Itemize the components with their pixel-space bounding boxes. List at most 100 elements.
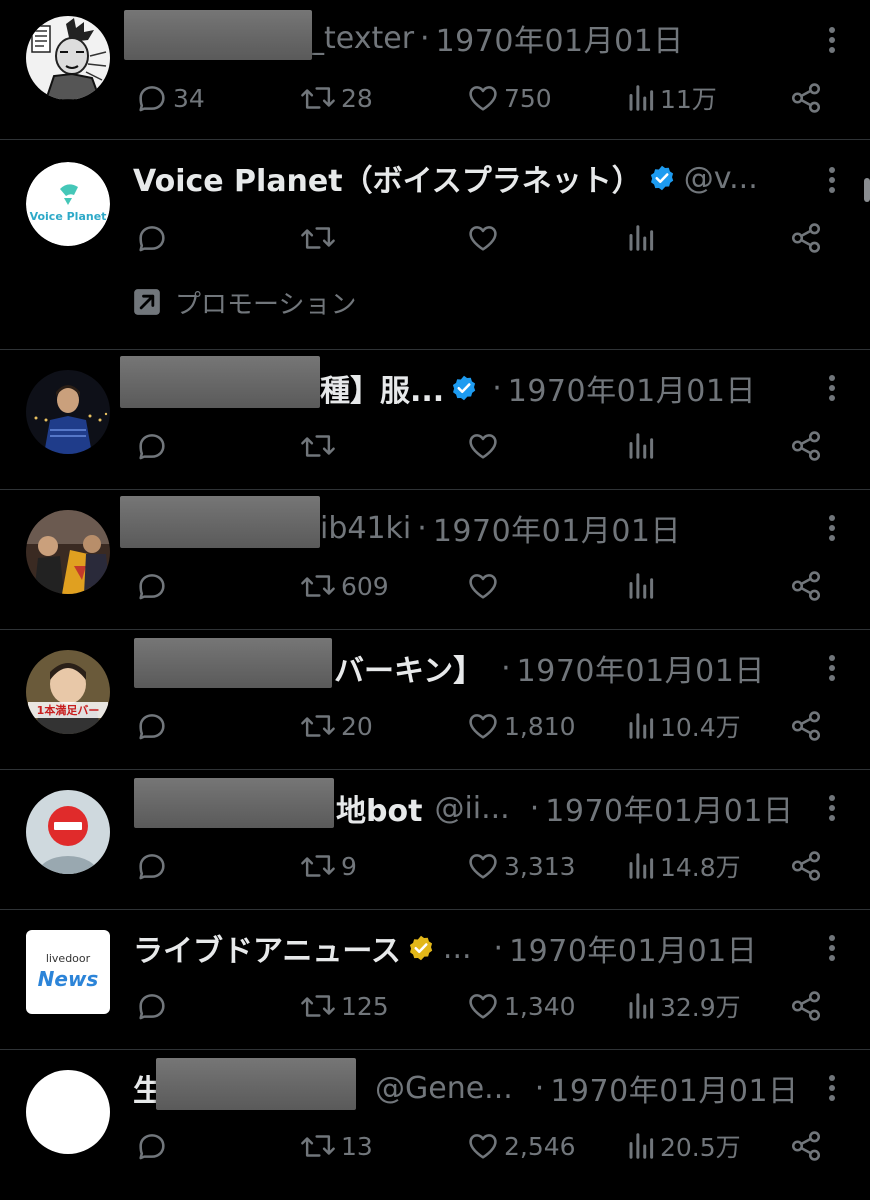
heart-icon (469, 714, 497, 739)
livedoor-news-logo: livedoor News (26, 930, 110, 1014)
redaction-box (134, 778, 334, 828)
reply-button[interactable] (135, 1126, 173, 1166)
more-dots-icon[interactable] (828, 374, 836, 402)
reply-button[interactable] (135, 846, 173, 886)
reply-icon (139, 714, 165, 740)
tweet-date[interactable]: 1970年01月01日 (436, 16, 684, 60)
share-button[interactable] (789, 426, 823, 466)
tweet-date[interactable]: 1970年01月01日 (433, 506, 681, 550)
retweet-button[interactable] (299, 426, 341, 466)
like-button[interactable]: 2,546 (466, 1126, 576, 1166)
like-button[interactable] (466, 426, 504, 466)
retweet-button[interactable]: 125 (299, 986, 389, 1026)
share-button[interactable] (789, 218, 823, 258)
avatar[interactable] (26, 510, 110, 594)
reply-button[interactable] (135, 706, 173, 746)
avatar[interactable]: 1本満足バー (26, 650, 110, 734)
like-button[interactable]: 3,313 (466, 846, 576, 886)
retweet-button[interactable]: 13 (299, 1126, 373, 1166)
share-button[interactable] (789, 846, 823, 886)
like-count: 2,546 (504, 1131, 576, 1161)
display-name-visible: ib41ki (320, 510, 412, 546)
promoted-label[interactable]: プロモーション (133, 284, 356, 320)
scrollbar-thumb[interactable] (864, 178, 870, 202)
views-button[interactable] (626, 218, 660, 258)
more-dots-icon[interactable] (828, 514, 836, 542)
display-name[interactable]: ライブドアニュース (133, 926, 401, 970)
reply-button[interactable] (135, 426, 173, 466)
like-button[interactable]: 1,340 (466, 986, 576, 1026)
more-dots-icon[interactable] (828, 1074, 836, 1102)
retweet-button[interactable]: 609 (299, 566, 389, 606)
tweet-row[interactable]: 1本満足バー バーキン】 · 1970年01月01日 20 1,810 10.4… (0, 630, 870, 770)
avatar[interactable] (26, 1070, 110, 1154)
more-dots-icon[interactable] (828, 26, 836, 54)
tweet-header: 順種】服... · 1970年01月01日 (290, 366, 800, 410)
views-button[interactable]: 14.8万 (626, 846, 741, 886)
tweet-row[interactable]: d_texter · 1970年01月01日 34 28 750 11万 (0, 0, 870, 140)
person-caption-avatar: 1本満足バー (26, 650, 110, 734)
display-name-visible[interactable]: 地bot (336, 786, 422, 830)
more-dots-icon[interactable] (828, 794, 836, 822)
display-name-visible[interactable]: バーキン】 (334, 646, 483, 690)
views-button[interactable] (626, 426, 660, 466)
user-handle[interactable]: @Gene... (375, 1071, 513, 1106)
tweet-row[interactable]: 生 @Gene... · 1970年01月01日 13 2,546 20.5万 (0, 1050, 870, 1200)
retweet-count: 20 (341, 711, 373, 741)
tweet-date[interactable]: 1970年01月01日 (509, 926, 757, 970)
heart-icon (469, 994, 497, 1019)
more-dots-icon[interactable] (828, 654, 836, 682)
views-button[interactable]: 11万 (626, 78, 717, 118)
retweet-button[interactable]: 9 (299, 846, 357, 886)
tweet-date[interactable]: 1970年01月01日 (517, 646, 765, 690)
reply-icon (139, 854, 165, 880)
display-name[interactable]: Voice Planet（ボイスプラネット） (133, 156, 642, 200)
share-button[interactable] (789, 78, 823, 118)
reply-button[interactable] (135, 218, 173, 258)
like-button[interactable] (466, 218, 504, 258)
share-button[interactable] (789, 1126, 823, 1166)
redaction-box (156, 1058, 356, 1110)
share-button[interactable] (789, 706, 823, 746)
retweet-icon (301, 715, 335, 737)
tweet-row[interactable]: 地bot @ii... · 1970年01月01日 9 3,313 14.8万 (0, 770, 870, 910)
tweet-row[interactable]: ib41ki · 1970年01月01日 609 (0, 490, 870, 630)
avatar[interactable] (26, 790, 110, 874)
views-chart-icon (629, 225, 654, 251)
views-chart-icon (629, 573, 654, 599)
retweet-icon (301, 87, 335, 109)
tweet-row-promoted[interactable]: Voice Planet Voice Planet（ボイスプラネット） @v..… (0, 140, 870, 350)
reply-button[interactable] (135, 566, 173, 606)
like-button[interactable]: 750 (466, 78, 552, 118)
views-button[interactable]: 20.5万 (626, 1126, 741, 1166)
tweet-date[interactable]: 1970年01月01日 (550, 1066, 798, 1110)
share-button[interactable] (789, 986, 823, 1026)
user-handle[interactable]: @v... (684, 161, 758, 196)
user-handle[interactable]: @ii... (434, 791, 509, 826)
like-button[interactable]: 1,810 (466, 706, 576, 746)
avatar[interactable] (26, 370, 110, 454)
share-button[interactable] (789, 566, 823, 606)
views-button[interactable] (626, 566, 660, 606)
avatar[interactable]: livedoor News (26, 930, 110, 1014)
retweet-button[interactable]: 28 (299, 78, 373, 118)
tweet-row[interactable]: 順種】服... · 1970年01月01日 (0, 350, 870, 490)
retweet-button[interactable]: 20 (299, 706, 373, 746)
user-handle[interactable]: ... (443, 931, 472, 966)
more-dots-icon[interactable] (828, 166, 836, 194)
avatar[interactable] (26, 16, 110, 100)
retweet-button[interactable] (299, 218, 341, 258)
tweet-date[interactable]: 1970年01月01日 (508, 366, 756, 410)
person-photo-avatar (26, 370, 110, 454)
reply-button[interactable]: 34 (135, 78, 205, 118)
tweet-date[interactable]: 1970年01月01日 (545, 786, 793, 830)
reply-icon (139, 434, 165, 460)
tweet-row[interactable]: livedoor News ライブドアニュース ... · 1970年01月01… (0, 910, 870, 1050)
like-button[interactable] (466, 566, 504, 606)
action-bar: 9 3,313 14.8万 (133, 846, 833, 886)
avatar[interactable]: Voice Planet (26, 162, 110, 246)
reply-button[interactable] (135, 986, 173, 1026)
views-button[interactable]: 10.4万 (626, 706, 741, 746)
more-dots-icon[interactable] (828, 934, 836, 962)
views-button[interactable]: 32.9万 (626, 986, 741, 1026)
